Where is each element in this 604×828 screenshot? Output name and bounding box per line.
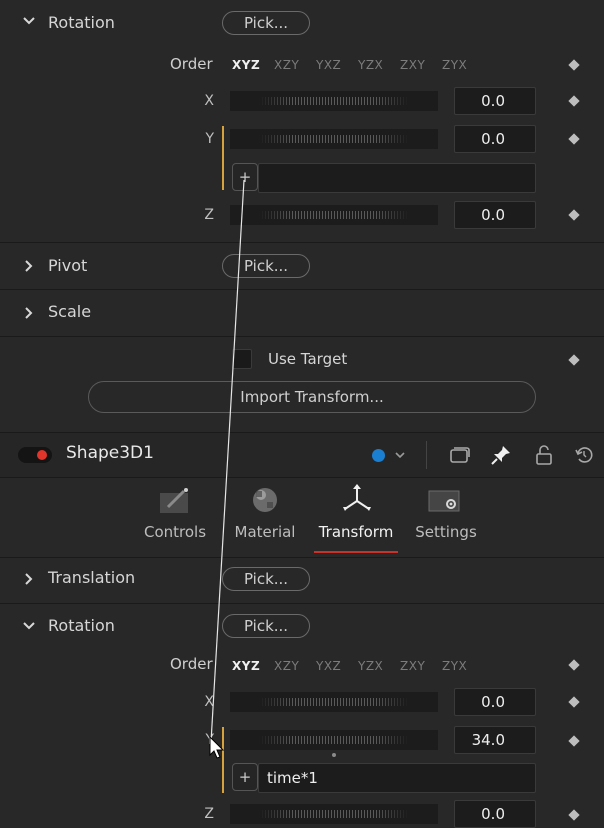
tab-settings[interactable]: Settings (412, 477, 480, 553)
z-rotation-value[interactable]: 0.0 (454, 201, 536, 229)
x-axis-label: X (204, 694, 214, 710)
pick-button[interactable]: Pick... (222, 11, 310, 35)
order-option-xyz[interactable]: XYZ (232, 659, 260, 673)
chevron-right-icon[interactable] (22, 306, 36, 324)
chevron-down-icon[interactable] (394, 447, 406, 465)
keyframe-diamond-icon[interactable] (568, 735, 580, 747)
pick-button[interactable]: Pick... (222, 254, 310, 278)
keyframe-diamond-icon[interactable] (568, 209, 580, 221)
keyframe-diamond-icon[interactable] (568, 809, 580, 821)
expression-add-button[interactable]: + (232, 763, 258, 791)
node-header: Shape3D1 (0, 432, 604, 478)
tab-label: Transform (318, 523, 394, 541)
keyframe-diamond-icon[interactable] (568, 696, 580, 708)
z-rotation-slider[interactable] (230, 205, 438, 225)
z-rotation-slider[interactable] (230, 804, 438, 824)
pick-button[interactable]: Pick... (222, 567, 310, 591)
x-rotation-slider[interactable] (230, 692, 438, 712)
order-label: Order (170, 55, 213, 73)
tab-label: Material (234, 523, 296, 541)
toggle-dot-icon (37, 450, 47, 460)
import-transform-button[interactable]: Import Transform... (88, 381, 536, 413)
node-name: Shape3D1 (66, 443, 154, 463)
order-option-zxy[interactable]: ZXY (400, 659, 425, 673)
order-option-yzx[interactable]: YZX (358, 659, 383, 673)
scale-section-header[interactable]: Scale (0, 290, 604, 336)
chevron-down-icon[interactable] (22, 14, 36, 32)
order-option-yxz[interactable]: YXZ (316, 58, 341, 72)
pick-button[interactable]: Pick... (222, 614, 310, 638)
keyframe-diamond-icon[interactable] (568, 133, 580, 145)
use-target-checkbox[interactable] (232, 349, 252, 369)
z-axis-label: Z (204, 207, 214, 223)
section-title: Translation (48, 568, 136, 587)
controls-icon (158, 487, 192, 521)
y-axis-label: Y (205, 131, 214, 147)
expression-indicator-bar (222, 126, 224, 190)
node-enable-toggle[interactable] (18, 447, 52, 463)
order-option-yzx[interactable]: YZX (358, 58, 383, 72)
order-label: Order (170, 655, 213, 673)
material-icon (250, 485, 280, 519)
x-rotation-slider[interactable] (230, 91, 438, 111)
pivot-section-header[interactable]: Pivot Pick... (0, 243, 604, 289)
use-target-label: Use Target (268, 350, 348, 368)
keyframe-diamond-icon[interactable] (568, 95, 580, 107)
versions-icon[interactable] (448, 445, 470, 469)
expression-add-button[interactable]: + (232, 163, 258, 191)
keyframe-diamond-icon[interactable] (568, 659, 580, 671)
order-option-zyx[interactable]: ZYX (442, 58, 467, 72)
chevron-right-icon[interactable] (22, 259, 36, 277)
divider (426, 441, 427, 469)
tab-bar: Controls Material Transform Settings (0, 477, 604, 557)
lock-icon[interactable] (534, 444, 554, 470)
x-axis-label: X (204, 93, 214, 109)
z-axis-label: Z (204, 806, 214, 822)
x-rotation-value[interactable]: 0.0 (454, 87, 536, 115)
section-title: Rotation (48, 616, 115, 635)
chevron-right-icon[interactable] (22, 572, 36, 590)
tab-label: Settings (415, 523, 477, 541)
y-rotation-slider[interactable] (230, 129, 438, 149)
order-option-xyz[interactable]: XYZ (232, 58, 260, 72)
active-tab-underline (314, 551, 398, 553)
expression-input[interactable]: time*1 (258, 763, 536, 793)
x-rotation-value[interactable]: 0.0 (454, 688, 536, 716)
settings-icon (428, 487, 462, 519)
tab-label: Controls (143, 523, 207, 541)
reset-icon[interactable] (574, 445, 594, 469)
keyframe-diamond-icon[interactable] (568, 354, 580, 366)
pin-icon[interactable] (490, 444, 512, 470)
section-title: Rotation (48, 13, 115, 32)
y-rotation-slider[interactable] (230, 730, 438, 750)
order-option-zxy[interactable]: ZXY (400, 58, 425, 72)
z-rotation-value[interactable]: 0.0 (454, 800, 536, 828)
rotation-section-header[interactable]: Rotation Pick... (0, 0, 604, 46)
keyframe-diamond-icon[interactable] (568, 59, 580, 71)
divider (0, 336, 604, 337)
order-option-xzy[interactable]: XZY (274, 58, 299, 72)
chevron-down-icon[interactable] (22, 619, 36, 637)
section-title: Scale (48, 302, 92, 321)
y-rotation-value[interactable]: 0.0 (454, 125, 536, 153)
order-option-yxz[interactable]: YXZ (316, 659, 341, 673)
color-dot-icon[interactable] (372, 449, 385, 462)
tab-controls[interactable]: Controls (140, 477, 210, 553)
order-option-xzy[interactable]: XZY (274, 659, 299, 673)
section-title: Pivot (48, 256, 88, 275)
order-option-zyx[interactable]: ZYX (442, 659, 467, 673)
expression-input[interactable] (258, 163, 536, 193)
mouse-cursor-icon (209, 735, 225, 764)
rotation-section-header[interactable]: Rotation Pick... (0, 603, 604, 649)
slider-center-dot (332, 753, 336, 757)
tab-transform[interactable]: Transform (312, 477, 400, 555)
tab-material[interactable]: Material (230, 477, 300, 553)
y-rotation-value[interactable]: 34.0 (454, 726, 536, 754)
translation-section-header[interactable]: Translation Pick... (0, 556, 604, 602)
transform-icon (342, 483, 372, 519)
